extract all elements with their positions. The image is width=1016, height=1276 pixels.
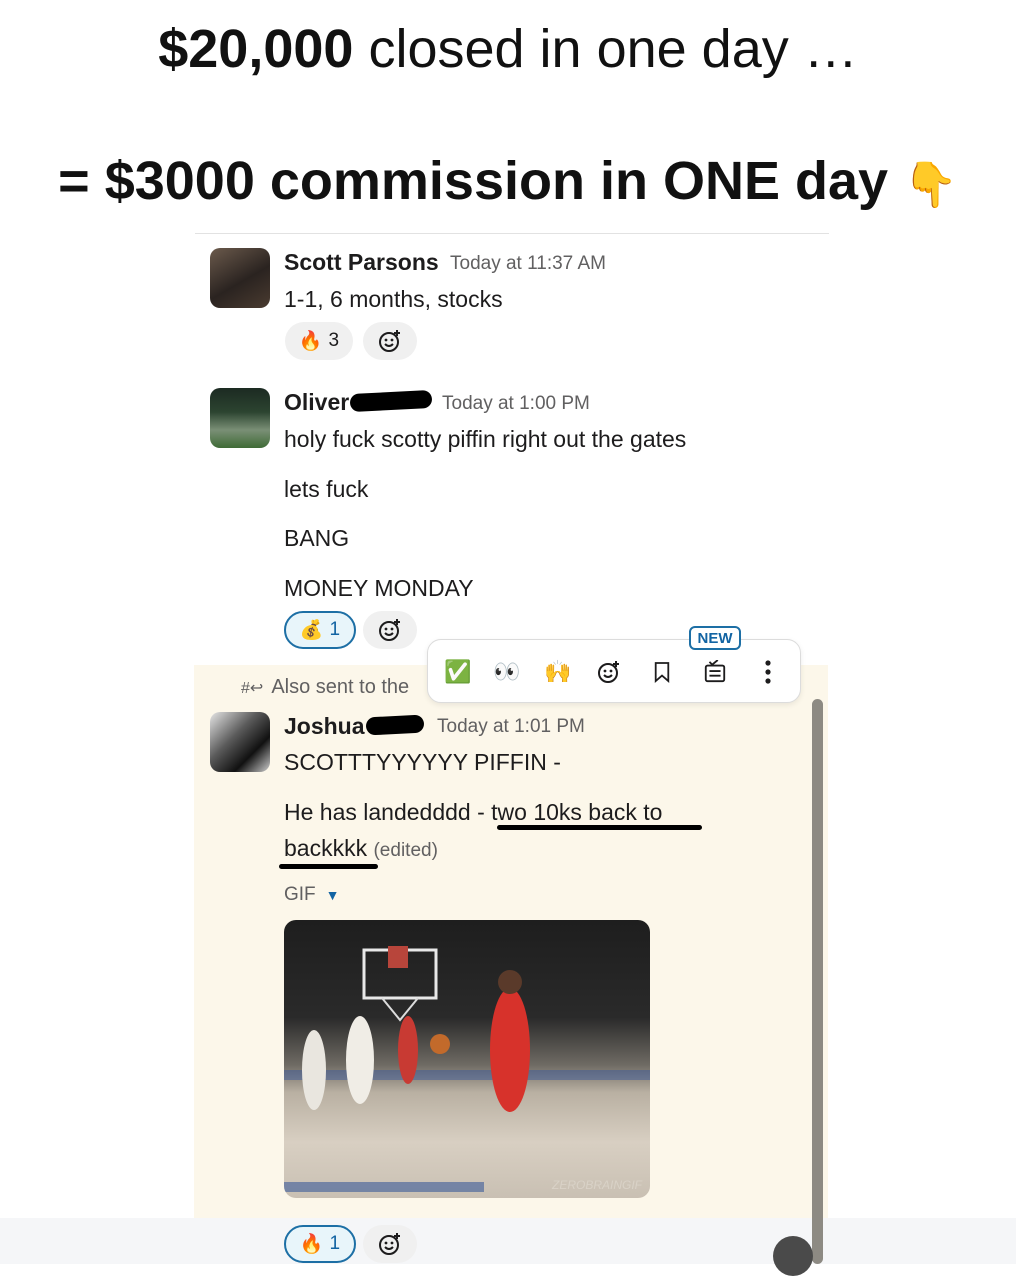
add-reaction-button[interactable] — [363, 1225, 417, 1263]
channel-share-icon: #↩ — [241, 680, 264, 697]
reminder-list-icon — [704, 660, 726, 683]
headline-commission-text: = $3000 commission in ONE day — [58, 151, 889, 211]
underline-mark — [279, 864, 378, 869]
redaction — [365, 714, 425, 736]
message-text: 1-1, 6 months, stocks — [284, 286, 503, 312]
add-reaction-button[interactable] — [363, 322, 417, 360]
gif-image[interactable]: ZEROBRAINGIF — [284, 920, 650, 1198]
headline-commission: = $3000 commission in ONE day 👇 — [0, 150, 1016, 212]
message-text: backkkk — [284, 835, 368, 861]
check-mark-reaction-button[interactable]: ✅ — [442, 656, 474, 688]
timestamp[interactable]: Today at 1:00 PM — [442, 393, 590, 415]
author-name[interactable]: Joshua — [284, 713, 365, 740]
message-hover-toolbar: ✅ 👀 🙌 — [427, 639, 801, 703]
author-name[interactable]: Oliver — [284, 389, 349, 416]
headline-amount: $20,000 — [158, 19, 354, 79]
more-icon — [765, 660, 771, 684]
more-actions-button[interactable] — [752, 656, 784, 688]
add-reaction-icon — [379, 619, 400, 641]
reaction-fire[interactable]: 🔥 3 — [285, 322, 353, 360]
new-badge: NEW — [689, 626, 741, 650]
message-text: MONEY MONDAY — [284, 575, 474, 601]
avatar[interactable] — [210, 388, 270, 448]
add-reaction-button[interactable] — [363, 611, 417, 649]
headline-rest: closed in one day … — [353, 19, 858, 79]
add-reaction-icon — [598, 661, 619, 683]
basketball-scene — [284, 946, 650, 1192]
bookmark-button[interactable] — [646, 656, 678, 688]
pointing-down-icon: 👇 — [903, 160, 958, 210]
eyes-reaction-button[interactable]: 👀 — [491, 656, 523, 688]
also-sent-text: Also sent to the — [271, 676, 410, 698]
author-name[interactable]: Scott Parsons — [284, 249, 439, 276]
message-text: SCOTTTYYYYYY PIFFIN - — [284, 749, 561, 775]
reaction-count: 1 — [329, 619, 341, 640]
redaction — [349, 389, 433, 413]
also-sent-notice[interactable]: #↩ Also sent to the — [241, 676, 409, 699]
divider — [195, 233, 829, 234]
timestamp[interactable]: Today at 11:37 AM — [450, 253, 606, 275]
headline-total: $20,000 closed in one day … — [0, 18, 1016, 80]
avatar[interactable] — [210, 712, 270, 772]
underline-mark — [497, 825, 702, 830]
fire-icon: 🔥 — [298, 331, 323, 352]
message-text-cont: backkkk (edited) — [284, 835, 438, 862]
money-bag-icon: 💰 — [299, 620, 324, 641]
gif-label-text: GIF — [284, 884, 316, 905]
message-text: He has landedddd - two 10ks back to — [284, 799, 663, 825]
timestamp[interactable]: Today at 1:01 PM — [437, 716, 585, 738]
avatar[interactable] — [210, 248, 270, 308]
reminder-list-button[interactable] — [699, 656, 731, 688]
compose-shortcut-button[interactable] — [773, 1236, 813, 1276]
bookmark-icon — [654, 662, 670, 683]
reaction-count: 1 — [329, 1233, 341, 1254]
add-reaction-button[interactable] — [593, 656, 625, 688]
raised-hands-reaction-button[interactable]: 🙌 — [542, 656, 574, 688]
reaction-fire[interactable]: 🔥 1 — [284, 1225, 356, 1263]
edited-label: (edited) — [373, 840, 438, 861]
caret-down-icon: ▼ — [325, 887, 340, 903]
gif-watermark: ZEROBRAINGIF — [551, 1178, 642, 1192]
message-text: BANG — [284, 525, 350, 551]
reaction-count: 3 — [328, 330, 340, 351]
fire-icon: 🔥 — [299, 1234, 324, 1255]
add-reaction-icon — [379, 1233, 400, 1255]
message-text: lets fuck — [284, 476, 369, 502]
scrollbar[interactable] — [812, 699, 823, 1264]
add-reaction-icon — [379, 330, 400, 352]
message-text: holy fuck scotty piffin right out the ga… — [284, 426, 687, 452]
bottom-band — [0, 1218, 1016, 1264]
reaction-moneybag[interactable]: 💰 1 — [284, 611, 356, 649]
gif-toggle[interactable]: GIF ▼ — [284, 884, 340, 906]
